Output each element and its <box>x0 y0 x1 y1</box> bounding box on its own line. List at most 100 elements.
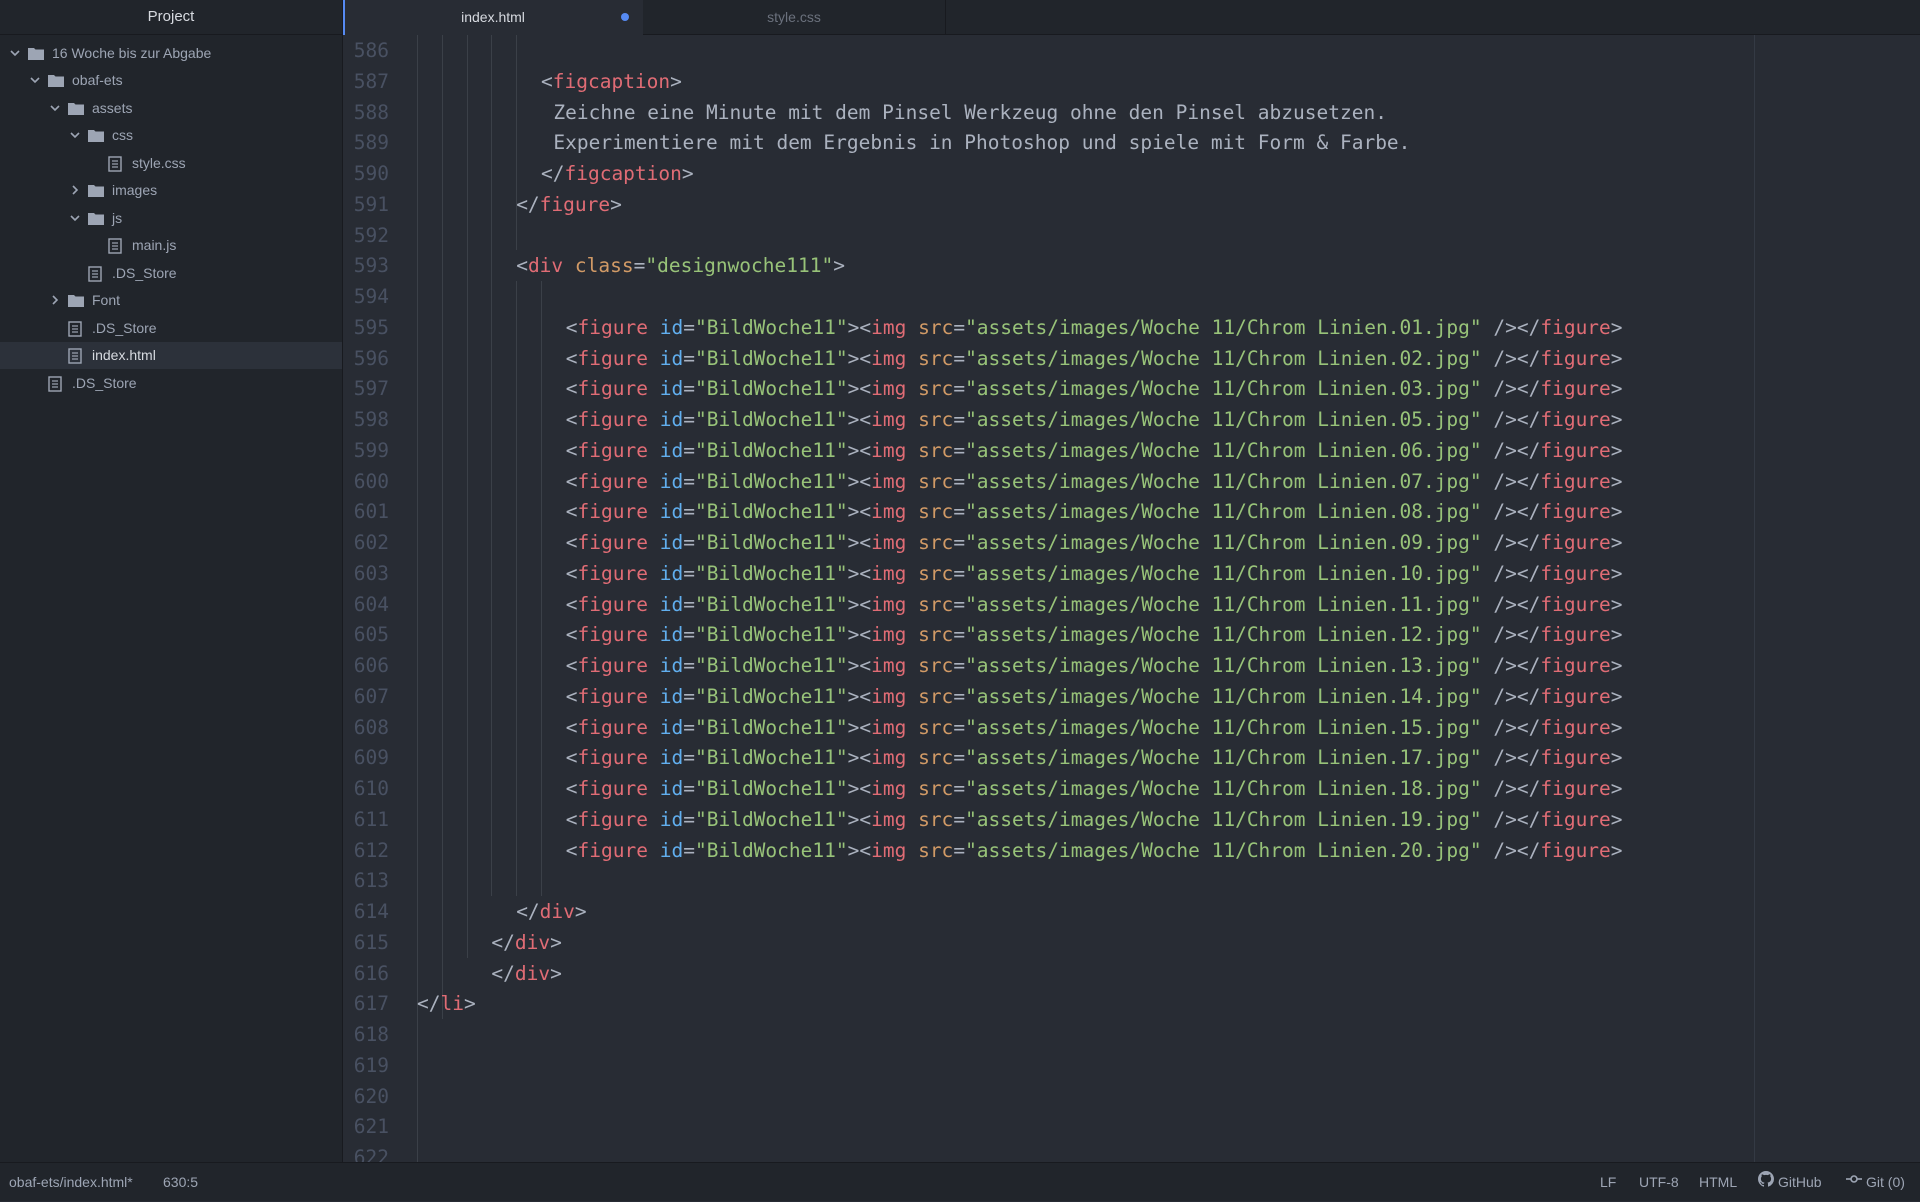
line-number[interactable]: 618 <box>343 1019 389 1050</box>
line-number[interactable]: 599 <box>343 435 389 466</box>
tree-folder[interactable]: 16 Woche bis zur Abgabe <box>0 39 342 67</box>
line-number[interactable]: 616 <box>343 958 389 989</box>
code-line[interactable]: 590 </figcaption> <box>343 158 1920 189</box>
line-number[interactable]: 588 <box>343 97 389 128</box>
line-number[interactable]: 610 <box>343 773 389 804</box>
code-line[interactable]: 618 <box>343 1019 1920 1050</box>
tree-folder[interactable]: css <box>0 122 342 150</box>
code-line[interactable]: 593 <div class="designwoche111"> <box>343 250 1920 281</box>
code-line[interactable]: 598 <figure id="BildWoche11"><img src="as… <box>343 404 1920 435</box>
tree-folder[interactable]: obaf-ets <box>0 67 342 95</box>
code-line[interactable]: 587 <figcaption> <box>343 66 1920 97</box>
tree-folder[interactable]: assets <box>0 94 342 122</box>
chevron-down-icon[interactable] <box>68 128 82 142</box>
code-line[interactable]: 591 </figure> <box>343 189 1920 220</box>
line-number[interactable]: 595 <box>343 312 389 343</box>
code-line[interactable]: 594 <box>343 281 1920 312</box>
chevron-right-icon[interactable] <box>68 183 82 197</box>
line-number[interactable]: 612 <box>343 835 389 866</box>
code-line[interactable]: 619 <box>343 1050 1920 1081</box>
code-line[interactable]: 599 <figure id="BildWoche11"><img src="as… <box>343 435 1920 466</box>
code-line[interactable]: 592 <box>343 220 1920 251</box>
tab-style-css[interactable]: style.css <box>643 0 946 34</box>
tree-folder[interactable]: Font <box>0 287 342 315</box>
code-line[interactable]: 604 <figure id="BildWoche11"><img src="as… <box>343 589 1920 620</box>
code-line[interactable]: 622 <box>343 1142 1920 1162</box>
tab-index-html[interactable]: index.html <box>343 0 643 35</box>
line-number[interactable]: 615 <box>343 927 389 958</box>
code-line[interactable]: 608 <figure id="BildWoche11"><img src="as… <box>343 712 1920 743</box>
code-line[interactable]: 589 Experimentiere mit dem Ergebnis in Ph… <box>343 127 1920 158</box>
line-number[interactable]: 606 <box>343 650 389 681</box>
chevron-right-icon[interactable] <box>48 293 62 307</box>
code-line[interactable]: 613 <box>343 865 1920 896</box>
tree-folder[interactable]: images <box>0 177 342 205</box>
chevron-down-icon[interactable] <box>48 101 62 115</box>
chevron-down-icon[interactable] <box>8 46 22 60</box>
line-number[interactable]: 601 <box>343 496 389 527</box>
status-git[interactable]: Git (0) <box>1846 1163 1905 1202</box>
status-file-path[interactable]: obaf-ets/index.html* <box>9 1163 133 1201</box>
line-number[interactable]: 598 <box>343 404 389 435</box>
status-cursor-position[interactable]: 630:5 <box>163 1163 198 1201</box>
line-number[interactable]: 622 <box>343 1142 389 1162</box>
code-line[interactable]: 607 <figure id="BildWoche11"><img src="as… <box>343 681 1920 712</box>
tree-file[interactable]: style.css <box>0 149 342 177</box>
code-line[interactable]: 615 </div> <box>343 927 1920 958</box>
code-line[interactable]: 602 <figure id="BildWoche11"><img src="as… <box>343 527 1920 558</box>
code-line[interactable]: 614 </div> <box>343 896 1920 927</box>
line-number[interactable]: 608 <box>343 712 389 743</box>
line-number[interactable]: 619 <box>343 1050 389 1081</box>
tree-file[interactable]: .DS_Store <box>0 314 342 342</box>
line-number[interactable]: 607 <box>343 681 389 712</box>
line-number[interactable]: 589 <box>343 127 389 158</box>
line-number[interactable]: 593 <box>343 250 389 281</box>
line-number[interactable]: 613 <box>343 865 389 896</box>
code-line[interactable]: 603 <figure id="BildWoche11"><img src="as… <box>343 558 1920 589</box>
tree-file[interactable]: .DS_Store <box>0 259 342 287</box>
line-number[interactable]: 590 <box>343 158 389 189</box>
code-line[interactable]: 616 </div> <box>343 958 1920 989</box>
tree-folder[interactable]: js <box>0 204 342 232</box>
line-number[interactable]: 621 <box>343 1111 389 1142</box>
chevron-down-icon[interactable] <box>68 211 82 225</box>
line-number[interactable]: 597 <box>343 373 389 404</box>
code-editor[interactable]: 586 587 <figcaption> 588 Zeichne eine Minute… <box>343 35 1920 1162</box>
line-number[interactable]: 611 <box>343 804 389 835</box>
code-line[interactable]: 586 <box>343 35 1920 66</box>
status-github[interactable]: GitHub <box>1758 1163 1822 1202</box>
line-number[interactable]: 605 <box>343 619 389 650</box>
status-line-ending[interactable]: LF <box>1600 1163 1616 1201</box>
line-number[interactable]: 620 <box>343 1081 389 1112</box>
code-line[interactable]: 597 <figure id="BildWoche11"><img src="as… <box>343 373 1920 404</box>
code-line[interactable]: 606 <figure id="BildWoche11"><img src="as… <box>343 650 1920 681</box>
line-number[interactable]: 604 <box>343 589 389 620</box>
code-line[interactable]: 601 <figure id="BildWoche11"><img src="as… <box>343 496 1920 527</box>
line-number[interactable]: 587 <box>343 66 389 97</box>
line-number[interactable]: 609 <box>343 742 389 773</box>
tree-file[interactable]: .DS_Store <box>0 369 342 397</box>
status-encoding[interactable]: UTF-8 <box>1639 1163 1679 1201</box>
line-number[interactable]: 596 <box>343 343 389 374</box>
code-line[interactable]: 596 <figure id="BildWoche11"><img src="as… <box>343 343 1920 374</box>
code-line[interactable]: 610 <figure id="BildWoche11"><img src="as… <box>343 773 1920 804</box>
code-line[interactable]: 620 <box>343 1081 1920 1112</box>
line-number[interactable]: 603 <box>343 558 389 589</box>
line-number[interactable]: 591 <box>343 189 389 220</box>
code-line[interactable]: 617 </li> <box>343 988 1920 1019</box>
code-line[interactable]: 609 <figure id="BildWoche11"><img src="as… <box>343 742 1920 773</box>
tree-file[interactable]: main.js <box>0 232 342 260</box>
line-number[interactable]: 594 <box>343 281 389 312</box>
code-line[interactable]: 621 <box>343 1111 1920 1142</box>
line-number[interactable]: 592 <box>343 220 389 251</box>
chevron-down-icon[interactable] <box>28 73 42 87</box>
tree-file[interactable]: index.html <box>0 341 342 369</box>
code-line[interactable]: 605 <figure id="BildWoche11"><img src="as… <box>343 619 1920 650</box>
code-line[interactable]: 600 <figure id="BildWoche11"><img src="as… <box>343 466 1920 497</box>
code-line[interactable]: 612 <figure id="BildWoche11"><img src="as… <box>343 835 1920 866</box>
line-number[interactable]: 614 <box>343 896 389 927</box>
code-line[interactable]: 611 <figure id="BildWoche11"><img src="as… <box>343 804 1920 835</box>
line-number[interactable]: 586 <box>343 35 389 66</box>
code-line[interactable]: 588 Zeichne eine Minute mit dem Pinsel We… <box>343 97 1920 128</box>
code-line[interactable]: 595 <figure id="BildWoche11"><img src="as… <box>343 312 1920 343</box>
